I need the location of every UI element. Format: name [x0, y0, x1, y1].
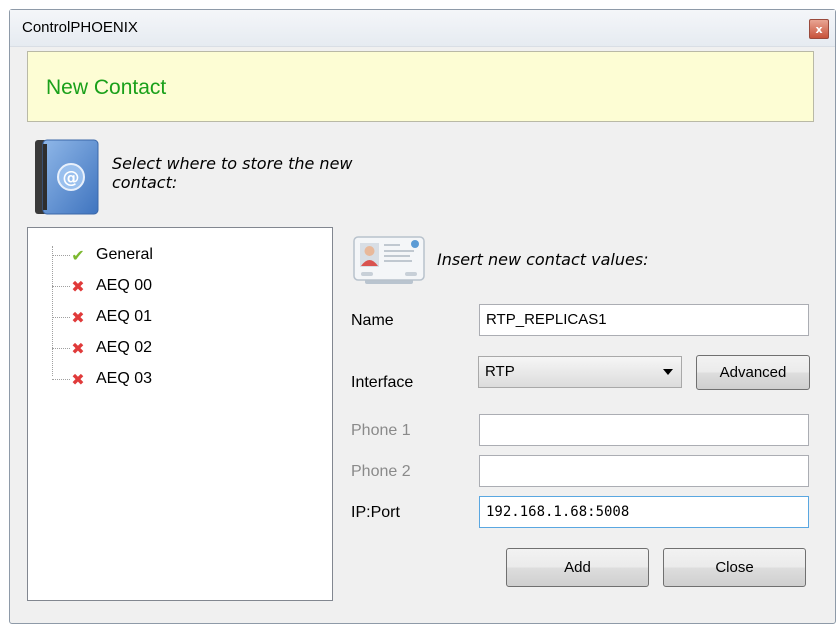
name-input[interactable]: RTP_REPLICAS1	[479, 304, 809, 336]
svg-text:@: @	[63, 168, 80, 188]
store-location-tree[interactable]: ✔ General ✖ AEQ 00 ✖ AEQ 01 ✖ AEQ 02 ✖ A…	[27, 227, 333, 601]
tree-item-aeq-01[interactable]: ✖ AEQ 01	[52, 306, 152, 328]
tree-item-aeq-02[interactable]: ✖ AEQ 02	[52, 337, 152, 359]
dropdown-arrow-icon	[663, 369, 673, 375]
tree-item-label: AEQ 00	[96, 277, 153, 294]
advanced-button[interactable]: Advanced	[696, 355, 810, 390]
tree-item-aeq-00[interactable]: ✖ AEQ 00	[52, 275, 152, 297]
window-title: ControlPHOENIX	[22, 19, 138, 36]
add-button[interactable]: Add	[506, 548, 649, 587]
tree-item-label: AEQ 01	[96, 308, 153, 325]
store-instruction: Select where to store the new contact:	[112, 154, 353, 192]
title-bar[interactable]: ControlPHOENIX x	[10, 10, 835, 47]
contact-instruction: Insert new contact values:	[437, 250, 649, 269]
close-button[interactable]: Close	[663, 548, 806, 587]
error-x-icon: ✖	[71, 276, 85, 296]
phone2-label: Phone 2	[351, 463, 411, 480]
interface-selected-value: RTP	[485, 363, 515, 380]
error-x-icon: ✖	[71, 369, 85, 389]
close-window-button[interactable]: x	[809, 19, 829, 39]
ip-port-label: IP:Port	[351, 504, 400, 521]
tree-item-general[interactable]: ✔ General	[52, 244, 153, 266]
name-label: Name	[351, 312, 394, 329]
close-icon: x	[815, 22, 823, 36]
error-x-icon: ✖	[71, 307, 85, 327]
error-x-icon: ✖	[71, 338, 85, 358]
contact-card-icon	[353, 236, 425, 284]
tree-item-aeq-03[interactable]: ✖ AEQ 03	[52, 368, 152, 390]
check-icon: ✔	[71, 245, 85, 265]
phone1-label: Phone 1	[351, 422, 411, 439]
phone1-input[interactable]	[479, 414, 809, 446]
interface-label: Interface	[351, 374, 414, 391]
tree-item-label: AEQ 03	[96, 370, 153, 387]
phone2-input[interactable]	[479, 455, 809, 487]
header-banner: New Contact	[27, 51, 814, 122]
interface-select[interactable]: RTP	[478, 356, 682, 388]
address-book-icon: @	[35, 139, 99, 215]
tree-item-label: AEQ 02	[96, 339, 153, 356]
page-title: New Contact	[46, 76, 167, 99]
tree-item-label: General	[96, 246, 153, 263]
ip-port-input[interactable]: 192.168.1.68:5008	[479, 496, 809, 528]
